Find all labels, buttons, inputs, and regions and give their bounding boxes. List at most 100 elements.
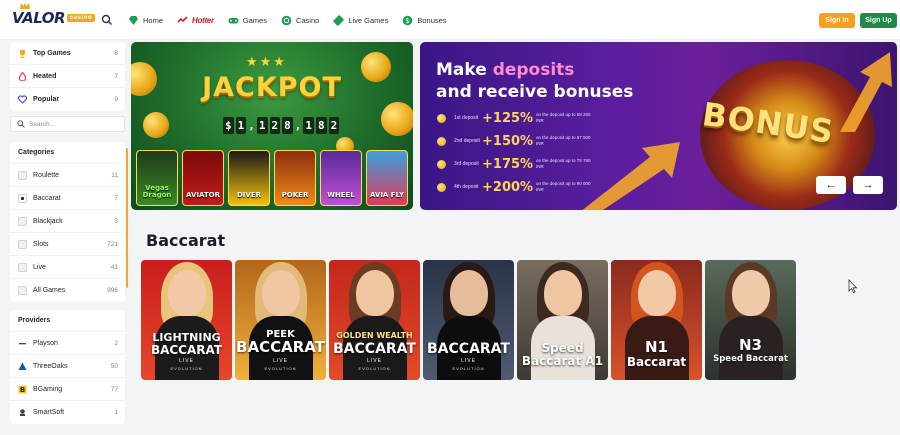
game-title-line2: BACCARAT bbox=[427, 341, 510, 357]
coin-icon bbox=[437, 159, 446, 169]
provider-playson[interactable]: Playson 2 bbox=[10, 332, 125, 355]
game-card-golden-wealth-baccarat[interactable]: GOLDEN WEALTH BACCARAT LIVE EVOLUTION bbox=[329, 260, 420, 380]
category-label: All Games bbox=[33, 287, 66, 294]
nav-home[interactable]: Home bbox=[128, 12, 163, 28]
carousel-next-button[interactable]: → bbox=[853, 176, 883, 194]
game-title-line2: BACCARAT bbox=[236, 338, 325, 356]
logo-text: VALOR bbox=[12, 9, 66, 27]
crown-icon bbox=[20, 3, 30, 9]
game-tile[interactable]: Vegas Dragon bbox=[136, 150, 178, 206]
category-live[interactable]: Live 41 bbox=[10, 256, 125, 279]
gamepad-icon bbox=[228, 17, 239, 23]
game-tile[interactable]: AVIA FLY bbox=[366, 150, 408, 206]
jackpot-banner[interactable]: ★★★ JACKPOT $ 1 , 1 2 8 , 1 8 2 Vegas Dr… bbox=[131, 42, 413, 210]
dealer-face bbox=[168, 270, 206, 316]
provider-bgaming[interactable]: B BGaming 77 bbox=[10, 378, 125, 401]
category-baccarat[interactable]: Baccarat 7 bbox=[10, 187, 125, 210]
nav-bonuses[interactable]: $ Bonuses bbox=[402, 12, 447, 28]
sidebar-item-heated[interactable]: Heated 7 bbox=[10, 65, 125, 88]
game-tile[interactable]: AVIATOR bbox=[182, 150, 224, 206]
game-grid: LIGHTNING BACCARAT LIVE EVOLUTION PEEK B… bbox=[141, 260, 796, 380]
bonus-percent: +150% bbox=[482, 133, 534, 149]
bonus-banner[interactable]: Make deposits and receive bonuses 1st de… bbox=[420, 42, 897, 210]
checkbox[interactable] bbox=[18, 216, 27, 226]
provider-label: SmartSoft bbox=[33, 409, 65, 416]
game-live-label: LIVE bbox=[461, 358, 476, 364]
game-live-label: LIVE bbox=[273, 358, 288, 364]
sidebar-item-label: Top Games bbox=[33, 49, 71, 57]
stars-decoration: ★★★ bbox=[246, 54, 287, 69]
game-card-n3-speed-baccarat[interactable]: N3 Speed Baccarat bbox=[705, 260, 796, 380]
carousel-prev-button[interactable]: ← bbox=[816, 176, 846, 194]
category-all-games[interactable]: All Games 996 bbox=[10, 279, 125, 302]
jackpot-digit: $ bbox=[223, 117, 234, 134]
svg-text:$: $ bbox=[406, 17, 410, 25]
game-title-line2: Speed Baccarat bbox=[713, 354, 788, 364]
category-blackjack[interactable]: Blackjack 3 bbox=[10, 210, 125, 233]
bonus-deposit: 4th deposit bbox=[454, 184, 479, 190]
bonus-percent: +200% bbox=[482, 179, 534, 195]
provider-smartsoft[interactable]: SmartSoft 1 bbox=[10, 401, 125, 424]
nav-live-games[interactable]: Live Games bbox=[333, 12, 388, 28]
sign-up-button[interactable]: Sign Up bbox=[860, 13, 897, 28]
game-search-input[interactable]: Search... bbox=[10, 116, 125, 132]
bonus-row: 1st deposit +125% on the deposit up to 5… bbox=[437, 108, 596, 128]
bonus-banner-title: Make deposits and receive bonuses bbox=[436, 59, 633, 103]
sidebar-item-label: Heated bbox=[33, 72, 57, 80]
bonus-row: 3rd deposit +175% on the deposit up to 7… bbox=[437, 154, 596, 174]
providers-title: Providers bbox=[10, 310, 125, 332]
bonus-row: 4th deposit +200% on the deposit up to 9… bbox=[437, 177, 596, 197]
provider-count: 1 bbox=[114, 409, 118, 416]
nav-hotter[interactable]: Hotter bbox=[177, 12, 214, 28]
game-provider: EVOLUTION bbox=[358, 366, 391, 371]
game-tile[interactable]: POKER bbox=[274, 150, 316, 206]
provider-label: ThreeOaks bbox=[33, 362, 68, 370]
nav-games[interactable]: Games bbox=[228, 12, 267, 28]
sidebar-item-top-games[interactable]: Top Games 8 bbox=[10, 42, 125, 65]
game-card-n1-baccarat[interactable]: N1 Baccarat bbox=[611, 260, 702, 380]
provider-label: BGaming bbox=[33, 385, 63, 393]
category-roulette[interactable]: Roulette 11 bbox=[10, 164, 125, 187]
sign-in-button[interactable]: Sign In bbox=[819, 13, 855, 28]
logo[interactable]: VALOR casino bbox=[12, 3, 96, 27]
sidebar-item-label: Popular bbox=[33, 96, 60, 103]
bonus-deposit: 3rd deposit bbox=[454, 161, 479, 167]
game-tile[interactable]: WHEEL bbox=[320, 150, 362, 206]
category-count: 11 bbox=[111, 171, 118, 179]
game-tile[interactable]: DIVER bbox=[228, 150, 270, 206]
jackpot-title: JACKPOT bbox=[202, 72, 342, 103]
sidebar-item-popular[interactable]: Popular 9 bbox=[10, 88, 125, 111]
arrow-decoration bbox=[582, 142, 680, 210]
game-title-line2: BACCARAT bbox=[333, 341, 416, 357]
svg-text:B: B bbox=[20, 386, 25, 394]
checkbox[interactable] bbox=[18, 286, 27, 295]
checkbox[interactable] bbox=[18, 170, 27, 180]
game-card-lightning-baccarat[interactable]: LIGHTNING BACCARAT LIVE EVOLUTION bbox=[141, 260, 232, 380]
checkbox[interactable] bbox=[18, 239, 27, 249]
category-slots[interactable]: Slots 721 bbox=[10, 233, 125, 256]
coin-icon bbox=[437, 136, 446, 146]
provider-threeoaks[interactable]: ThreeOaks 50 bbox=[10, 355, 125, 378]
section-title: Baccarat bbox=[146, 231, 226, 250]
jackpot-digit: , bbox=[294, 119, 302, 132]
checkbox[interactable] bbox=[18, 262, 27, 272]
category-count: 3 bbox=[114, 217, 118, 225]
provider-count: 77 bbox=[110, 385, 118, 393]
sidebar-scrollbar[interactable] bbox=[126, 148, 128, 288]
sidebar: Top Games 8 Heated 7 Popular 9 Search...… bbox=[10, 42, 125, 430]
nav-casino[interactable]: Casino bbox=[281, 12, 319, 28]
nav-hotter-label: Hotter bbox=[192, 15, 214, 25]
nav-live-games-label: Live Games bbox=[348, 15, 389, 25]
nav-casino-label: Casino bbox=[295, 15, 320, 25]
game-card-baccarat[interactable]: BACCARAT LIVE EVOLUTION bbox=[423, 260, 514, 380]
checkbox-checked[interactable] bbox=[18, 193, 27, 203]
game-card-speed-baccarat-a1[interactable]: Speed Baccarat A1 bbox=[517, 260, 608, 380]
title-line2: and receive bonuses bbox=[436, 82, 634, 102]
game-card-peek-baccarat[interactable]: PEEK BACCARAT LIVE EVOLUTION bbox=[235, 260, 326, 380]
game-title-line1: N1 bbox=[645, 338, 668, 356]
heart-icon bbox=[18, 95, 27, 104]
game-title-line1: N3 bbox=[739, 336, 762, 354]
search-icon[interactable] bbox=[101, 14, 113, 26]
bonus-percent: +175% bbox=[482, 156, 534, 172]
category-count: 996 bbox=[107, 287, 118, 294]
